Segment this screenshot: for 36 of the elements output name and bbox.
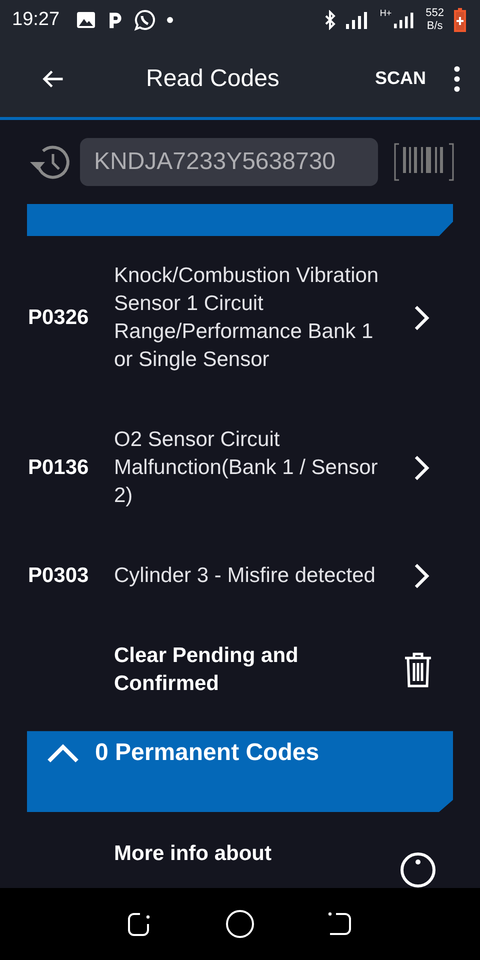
signal-icon	[346, 11, 370, 29]
battery-icon	[454, 8, 466, 32]
chat-icon	[134, 9, 156, 31]
trouble-code-row[interactable]: P0326 Knock/Combustion Vibration Sensor 1 Circuit Range/Performance Bank 1 or Single Sensor	[0, 236, 480, 400]
info-icon	[400, 852, 436, 888]
overflow-menu-icon	[454, 66, 460, 92]
code-label: P0303	[28, 564, 90, 588]
network-type: H+	[380, 8, 392, 18]
chevron-right-icon	[414, 455, 430, 482]
code-label: P0326	[28, 306, 90, 330]
trouble-code-row[interactable]: P0136 O2 Sensor Circuit Malfunction(Bank 1 / Sensor 2)	[0, 400, 480, 536]
signal-icon	[394, 11, 416, 29]
code-description: O2 Sensor Circuit Malfunction(Bank 1 / Sensor 2)	[114, 427, 379, 510]
clear-codes-button[interactable]: Clear Pending and Confirmed	[0, 616, 480, 724]
chevron-right-icon	[414, 563, 430, 590]
trouble-code-row[interactable]: P0303 Cylinder 3 - Misfire detected	[0, 536, 480, 616]
code-description: Knock/Combustion Vibration Sensor 1 Circuit Range/Performance Bank 1 or Single Sensor	[114, 263, 380, 374]
barcode-scan-button[interactable]	[394, 143, 454, 181]
chevron-up-icon	[47, 743, 79, 764]
clock: 19:27	[12, 9, 60, 31]
code-description: Cylinder 3 - Misfire detected	[114, 563, 376, 590]
network-speed: 552 B/s	[426, 7, 444, 33]
image-icon	[76, 10, 96, 30]
dot-icon	[166, 16, 174, 24]
barcode-icon	[394, 143, 454, 181]
code-label: P0136	[28, 456, 90, 480]
home-icon[interactable]	[224, 909, 255, 939]
chevron-right-icon	[414, 305, 430, 332]
more-options-button[interactable]	[454, 66, 460, 92]
bluetooth-icon	[324, 10, 336, 30]
permanent-codes-header[interactable]: 0 Permanent Codes	[27, 731, 453, 812]
trash-icon	[404, 652, 432, 688]
more-info-label[interactable]: More info about	[114, 842, 364, 866]
screen-title: Read Codes	[146, 64, 280, 92]
scan-button[interactable]: SCAN	[374, 62, 426, 95]
vin-field[interactable]: KNDJA7233Y5638730	[80, 138, 378, 186]
